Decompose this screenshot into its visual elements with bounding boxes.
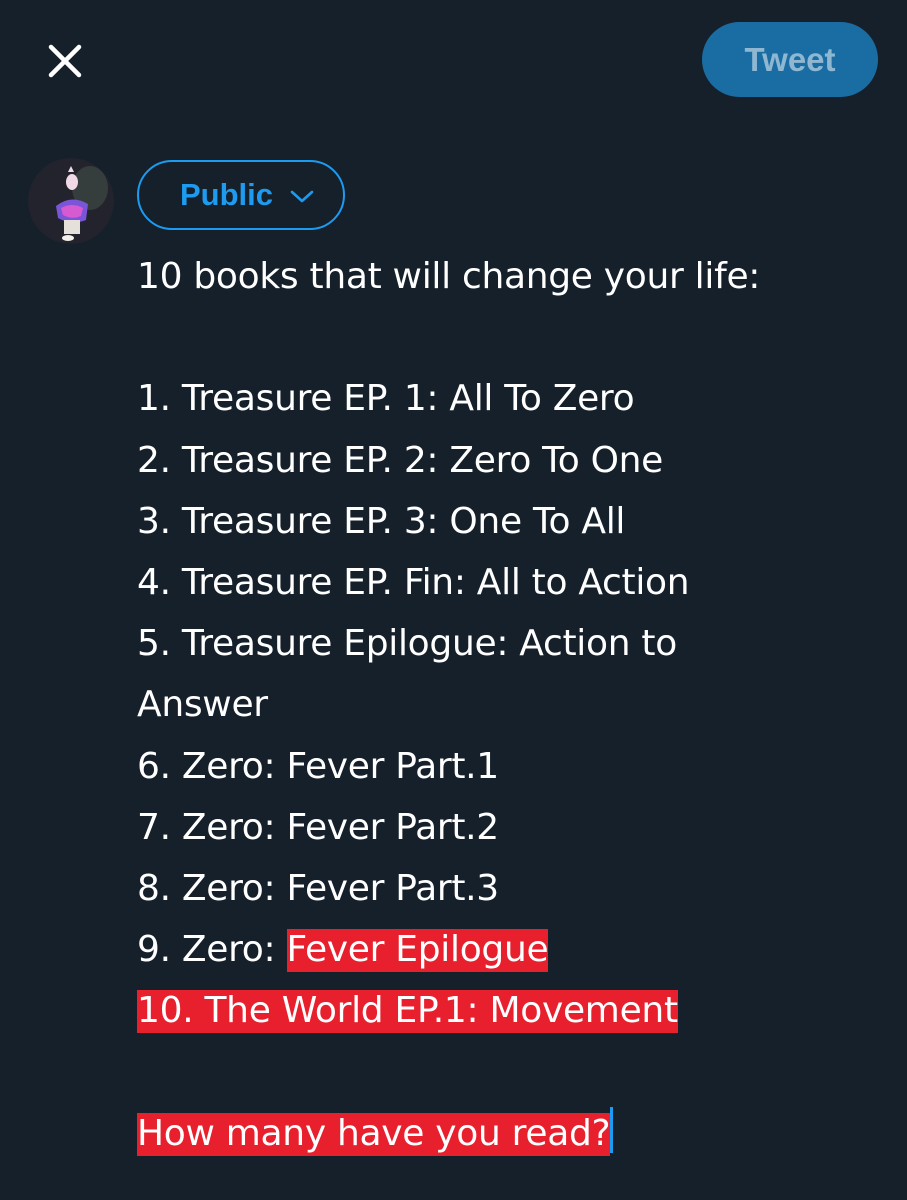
compose-line-item-8: 8. Zero: Fever Part.3 xyxy=(137,867,499,909)
avatar[interactable] xyxy=(28,158,114,244)
compose-line-item-9: 9. Zero: Fever Epilogue xyxy=(137,919,877,980)
avatar-image xyxy=(28,158,114,244)
question-selected-text: How many have you read? xyxy=(137,1112,611,1156)
compose-line-item-3: 3. Treasure EP. 3: One To All xyxy=(137,500,626,542)
compose-line-item-7: 7. Zero: Fever Part.2 xyxy=(137,806,499,848)
compose-line-item-5: 5. Treasure Epilogue: Action to xyxy=(137,623,677,665)
compose-line-item-1: 1. Treasure EP. 1: All To Zero xyxy=(137,378,635,420)
compose-line-blank-2 xyxy=(137,1041,877,1102)
audience-label: Public xyxy=(180,177,274,212)
chevron-down-icon xyxy=(290,190,314,204)
compose-line-item-10: 10. The World EP.1: Movement xyxy=(137,980,877,1041)
compose-line-item-4: 4. Treasure EP. Fin: All to Action xyxy=(137,561,690,603)
tweet-compose-textarea[interactable]: 10 books that will change your life: 1. … xyxy=(137,246,877,1164)
item-9-plain-text: 9. Zero: xyxy=(137,929,287,971)
close-icon xyxy=(48,44,82,78)
compose-line-item-6: 6. Zero: Fever Part.1 xyxy=(137,745,499,787)
item-9-selected-text: Fever Epilogue xyxy=(286,929,549,973)
compose-line-item-2: 2. Treasure EP. 2: Zero To One xyxy=(137,439,664,481)
compose-line-blank xyxy=(137,307,877,368)
compose-line-item-5-wrap: Answer xyxy=(137,684,268,726)
tweet-button[interactable]: Tweet xyxy=(702,22,878,97)
item-10-selected-text: 10. The World EP.1: Movement xyxy=(137,990,678,1034)
compose-line-question: How many have you read? xyxy=(137,1103,877,1164)
close-button[interactable] xyxy=(40,36,90,86)
text-cursor xyxy=(610,1106,614,1153)
audience-selector[interactable]: Public xyxy=(137,160,345,230)
compose-line-intro: 10 books that will change your life: xyxy=(137,256,761,297)
